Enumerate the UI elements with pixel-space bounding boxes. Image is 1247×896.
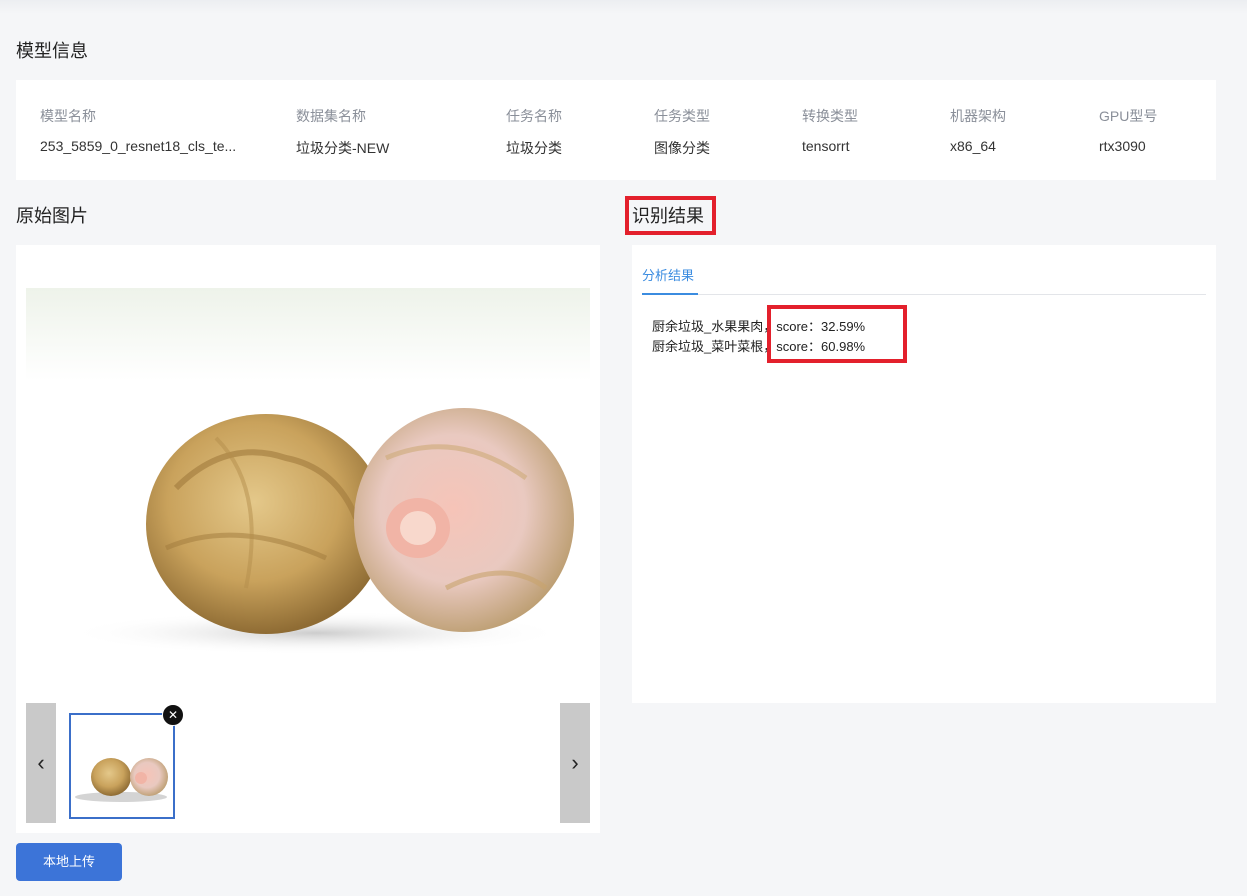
dataset-name-label: 数据集名称 (296, 108, 366, 124)
convert-type-value: tensorrt (802, 138, 850, 154)
task-name-label: 任务名称 (506, 108, 562, 124)
model-name-value: 253_5859_0_resnet18_cls_te... (40, 138, 237, 154)
result-card: 分析结果 厨余垃圾_水果果肉，score：32.59% 厨余垃圾_菜叶菜根，sc… (632, 245, 1216, 703)
chevron-left-icon: ‹ (37, 750, 45, 775)
tab-analysis-result[interactable]: 分析结果 (642, 265, 694, 284)
main-photo (26, 288, 590, 659)
top-bar (0, 0, 1247, 14)
cabbage-image (66, 408, 574, 655)
tab-active-indicator (642, 293, 698, 295)
prev-image-button[interactable]: ‹ (26, 703, 56, 823)
arch-label: 机器架构 (950, 108, 1006, 124)
original-image-title: 原始图片 (16, 206, 88, 226)
model-info-title: 模型信息 (16, 41, 88, 61)
gpu-label: GPU型号 (1099, 108, 1158, 124)
model-name-label: 模型名称 (40, 108, 96, 124)
model-info-card: 模型名称 253_5859_0_resnet18_cls_te... 数据集名称… (16, 80, 1216, 180)
thumbnail-selected[interactable]: ✕ (69, 704, 184, 819)
task-type-label: 任务类型 (654, 108, 710, 124)
original-image-card: ‹ ✕ › (16, 245, 600, 833)
arch-value: x86_64 (950, 138, 996, 154)
score-highlight (767, 305, 907, 363)
chevron-right-icon: › (571, 750, 579, 775)
dataset-name-value: 垃圾分类-NEW (296, 140, 390, 156)
convert-type-label: 转换类型 (802, 108, 858, 124)
remove-thumbnail-icon[interactable]: ✕ (162, 704, 184, 726)
thumbnail-image (75, 758, 168, 802)
tab-divider (642, 294, 1206, 295)
gpu-value: rtx3090 (1099, 138, 1146, 154)
local-upload-button[interactable]: 本地上传 (16, 843, 122, 881)
next-image-button[interactable]: › (560, 703, 590, 823)
task-type-value: 图像分类 (654, 140, 710, 156)
task-name-value: 垃圾分类 (506, 140, 562, 156)
result-title: 识别结果 (632, 206, 704, 226)
